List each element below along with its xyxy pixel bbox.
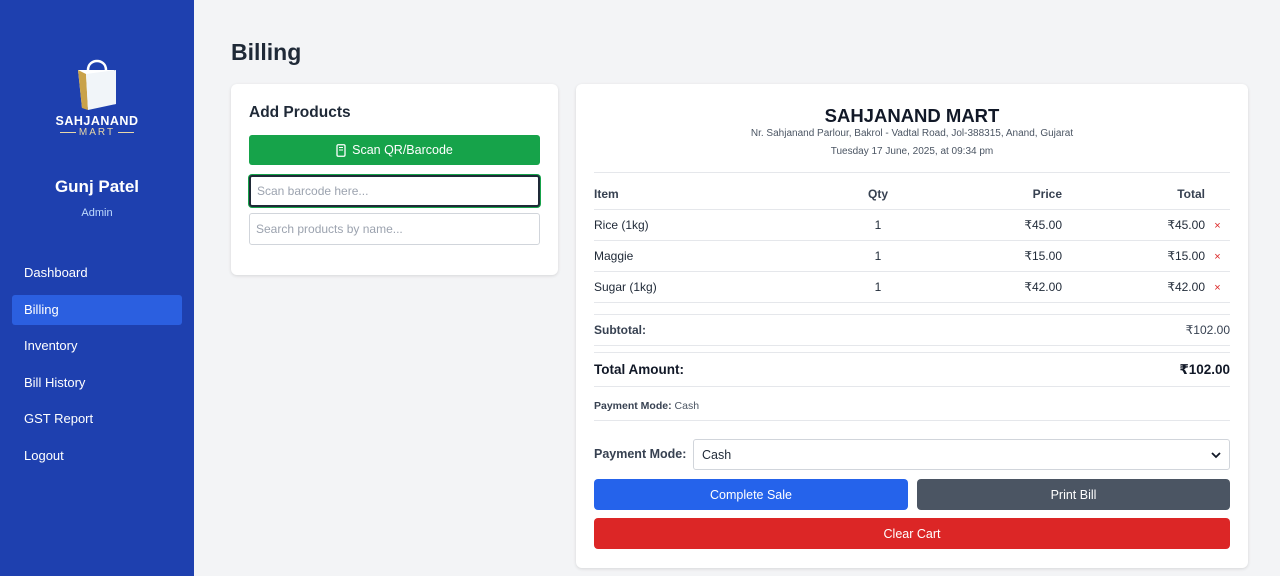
payment-mode-note: Payment Mode: Cash	[594, 400, 699, 412]
bill-card: SAHJANAND MART Nr. Sahjanand Parlour, Ba…	[576, 84, 1248, 568]
scan-barcode-button[interactable]: Scan QR/Barcode	[249, 135, 540, 165]
store-name: SAHJANAND MART	[824, 105, 1000, 126]
phone-scan-icon	[336, 143, 346, 157]
item-total: ₹45.00	[1062, 209, 1205, 241]
sidebar-item-dashboard[interactable]: Dashboard	[12, 258, 182, 288]
table-header-row: Item Qty Price Total	[594, 179, 1230, 210]
item-total: ₹15.00	[1062, 240, 1205, 272]
total-amount-value: ₹102.00	[1179, 362, 1230, 377]
logo-text: SAHJANAND	[55, 114, 139, 128]
item-price: ₹42.00	[936, 271, 1062, 303]
subtotal-divider	[594, 314, 1230, 315]
item-qty: 1	[820, 271, 936, 303]
shopping-bag-icon	[78, 59, 116, 110]
table-row: Rice (1kg) 1 ₹45.00 ₹45.00 ×	[594, 209, 1230, 241]
item-name: Rice (1kg)	[594, 209, 820, 241]
header-divider	[594, 172, 1230, 173]
table-row: Maggie 1 ₹15.00 ₹15.00 ×	[594, 240, 1230, 272]
bill-date: Tuesday 17 June, 2025, at 09:34 pm	[830, 146, 994, 157]
item-qty: 1	[820, 240, 936, 272]
item-price: ₹15.00	[936, 240, 1062, 272]
item-qty: 1	[820, 209, 936, 241]
bill-items-table: Item Qty Price Total Rice (1kg) 1 ₹45.00…	[594, 179, 1230, 303]
total-top-divider	[594, 352, 1230, 353]
column-header-qty: Qty	[820, 179, 936, 210]
print-bill-button[interactable]: Print Bill	[917, 479, 1230, 510]
logo-subtext: MART	[50, 127, 144, 138]
table-row: Sugar (1kg) 1 ₹42.00 ₹42.00 ×	[594, 271, 1230, 303]
payment-mode-select[interactable]: Cash	[693, 439, 1230, 470]
payment-mode-selected: Cash	[702, 447, 732, 462]
sidebar-nav: Dashboard Billing Inventory Bill History…	[12, 258, 182, 477]
sidebar-item-bill-history[interactable]: Bill History	[12, 368, 182, 398]
sidebar-item-gst-report[interactable]: GST Report	[12, 404, 182, 434]
item-name: Sugar (1kg)	[594, 271, 820, 303]
add-products-title: Add Products	[249, 104, 351, 121]
subtotal-bottom-divider	[594, 345, 1230, 346]
remove-item-icon[interactable]: ×	[1214, 282, 1220, 294]
sidebar-item-logout[interactable]: Logout	[12, 441, 182, 471]
column-header-item: Item	[594, 179, 820, 210]
sidebar-item-billing[interactable]: Billing	[12, 294, 182, 325]
add-products-card: Add Products Scan QR/Barcode	[231, 84, 558, 275]
store-logo: SAHJANAND MART	[50, 52, 144, 142]
payment-divider	[594, 420, 1230, 421]
total-amount-label: Total Amount:	[594, 362, 684, 377]
payment-mode-note-value: Cash	[674, 400, 700, 412]
clear-cart-button[interactable]: Clear Cart	[594, 518, 1230, 549]
item-price: ₹45.00	[936, 209, 1062, 241]
remove-item-icon[interactable]: ×	[1214, 220, 1220, 232]
subtotal-label: Subtotal:	[594, 323, 646, 337]
store-address: Nr. Sahjanand Parlour, Bakrol - Vadtal R…	[750, 128, 1074, 139]
chevron-down-icon	[1211, 451, 1221, 458]
user-role: Admin	[81, 207, 113, 219]
payment-mode-label: Payment Mode:	[594, 447, 687, 461]
item-total: ₹42.00	[1062, 271, 1205, 303]
remove-item-icon[interactable]: ×	[1214, 251, 1220, 263]
column-header-total: Total	[1062, 179, 1205, 210]
item-name: Maggie	[594, 240, 820, 272]
sidebar: SAHJANAND MART Gunj Patel Admin Dashboar…	[0, 0, 194, 576]
payment-mode-note-label: Payment Mode:	[594, 400, 672, 412]
page-title: Billing	[231, 39, 302, 65]
user-name: Gunj Patel	[54, 177, 140, 196]
total-bottom-divider	[594, 386, 1230, 387]
complete-sale-button[interactable]: Complete Sale	[594, 479, 908, 510]
barcode-input[interactable]	[249, 175, 540, 207]
sidebar-item-inventory[interactable]: Inventory	[12, 331, 182, 361]
scan-barcode-label: Scan QR/Barcode	[352, 143, 453, 157]
product-search-input[interactable]	[249, 213, 540, 245]
column-header-price: Price	[936, 179, 1062, 210]
subtotal-value: ₹102.00	[1185, 323, 1230, 337]
